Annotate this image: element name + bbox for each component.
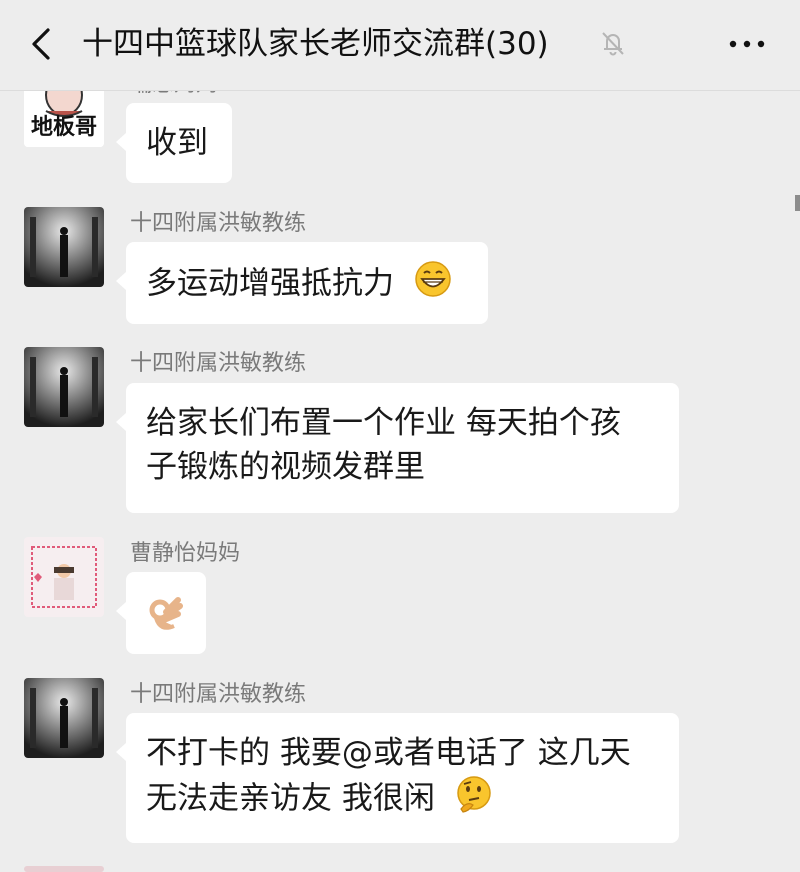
avatar[interactable] [24, 678, 104, 758]
sender-name: 十四附属洪敏教练 [130, 351, 307, 376]
avatar[interactable] [24, 866, 104, 872]
message-text: 多运动增强抵抗力 [146, 265, 394, 302]
avatar-image [24, 347, 104, 427]
grinning-face-icon [414, 260, 452, 310]
more-options-button[interactable] [725, 26, 769, 62]
avatar[interactable] [24, 537, 104, 617]
message-bubble[interactable] [116, 572, 206, 654]
sender-name: 十四附属洪敏教练 [130, 682, 307, 707]
message-text: 收到 [146, 125, 208, 161]
message-text-line: 无法走亲访友 我很闲 [146, 780, 435, 817]
more-dots-icon [729, 40, 765, 48]
message-bubble[interactable]: 收到 [116, 103, 232, 183]
sender-name: 十四附属洪敏教练 [130, 211, 307, 236]
avatar[interactable] [24, 347, 104, 427]
message-bubble[interactable]: 多运动增强抵抗力 [116, 242, 488, 324]
chat-header: 十四中篮球队家长老师交流群(30) [0, 0, 800, 91]
ok-hand-icon [144, 597, 186, 642]
avatar-image [24, 207, 104, 287]
avatar-image [24, 537, 104, 617]
back-button[interactable] [22, 22, 62, 66]
thinking-face-icon [455, 775, 493, 825]
chat-title: 十四中篮球队家长老师交流群(30) [82, 26, 549, 62]
sender-name: 曹静怡妈妈 [130, 541, 241, 566]
message-text-line: 给家长们布置一个作业 每天拍个孩 [146, 405, 621, 441]
message-text-line: 不打卡的 我要@或者电话了 这几天 [146, 735, 631, 771]
avatar-image [24, 678, 104, 758]
message-bubble[interactable]: 给家长们布置一个作业 每天拍个孩 子锻炼的视频发群里 [116, 383, 679, 513]
message-text-line: 子锻炼的视频发群里 [146, 449, 425, 485]
avatar-caption: 地板哥 [30, 115, 97, 140]
mute-bell-icon [598, 28, 628, 58]
scroll-indicator[interactable] [795, 195, 800, 211]
message-bubble[interactable]: 不打卡的 我要@或者电话了 这几天 无法走亲访友 我很闲 [116, 713, 679, 843]
avatar[interactable] [24, 207, 104, 287]
chevron-left-icon [32, 28, 50, 60]
